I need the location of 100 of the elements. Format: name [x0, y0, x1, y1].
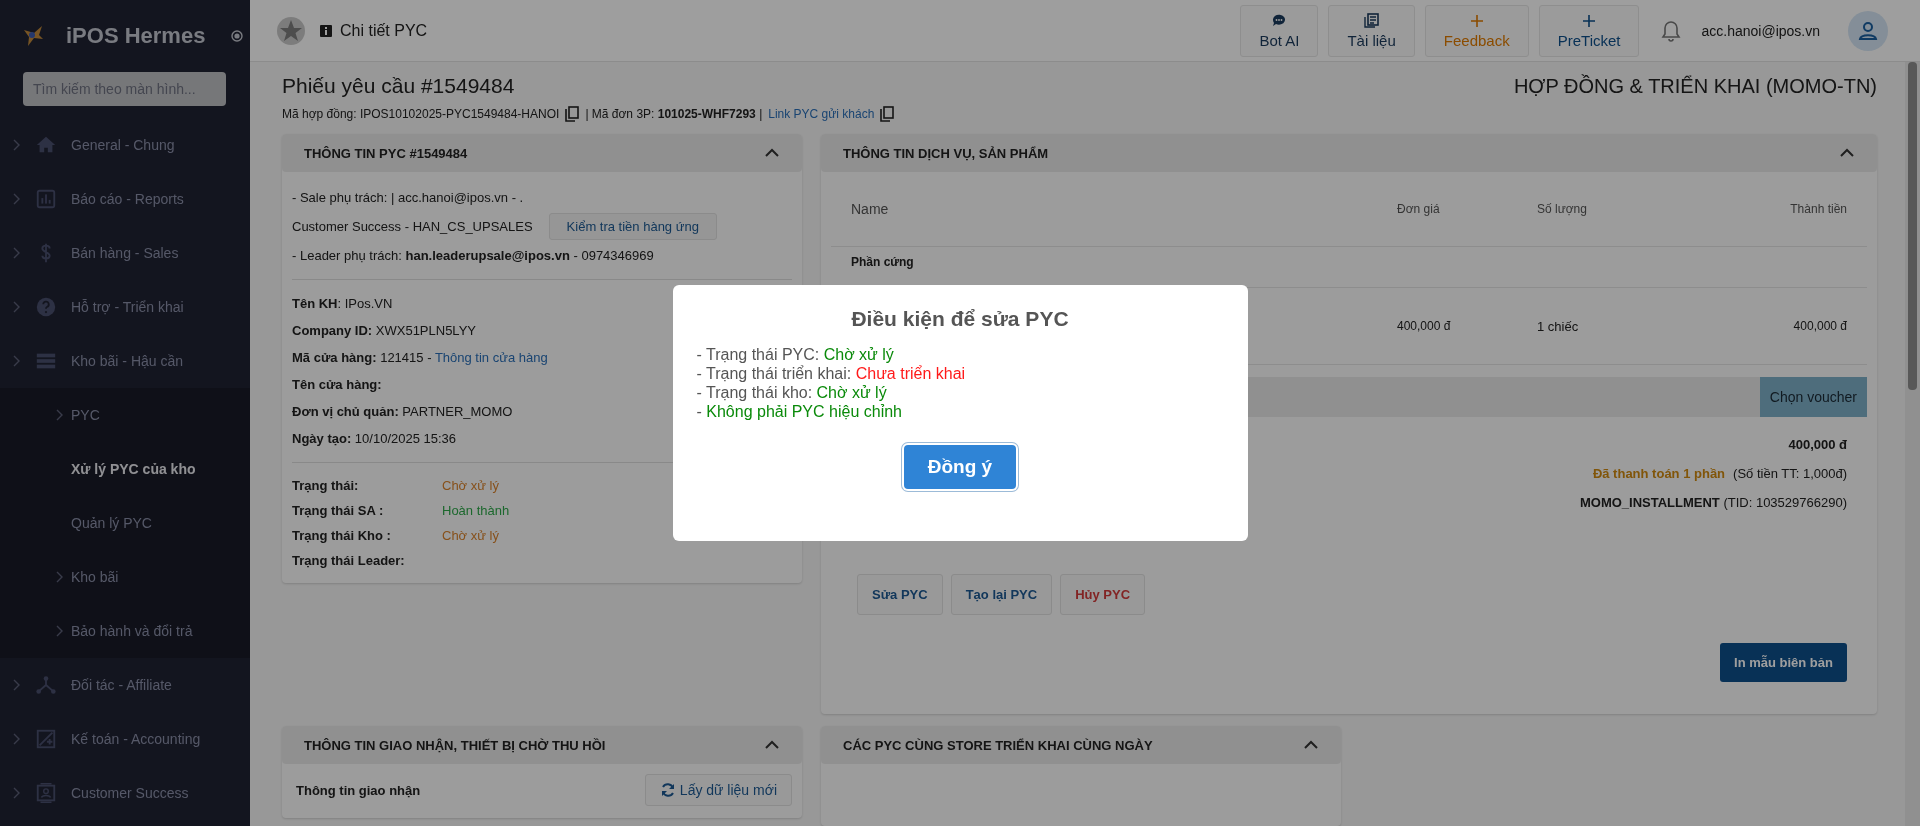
sidebar-item[interactable]: General - Chung — [0, 118, 250, 172]
request-category: HỢP ĐỒNG & TRIỂN KHAI (MOMO-TN) — [1513, 75, 1877, 98]
condition-line: - Trạng thái triển khai: Chưa triển khai — [696, 364, 967, 383]
panel-header[interactable]: THÔNG TIN DỊCH VỤ, SẢN PHẨM — [821, 134, 1877, 172]
header-button[interactable]: Feedback — [1424, 4, 1529, 57]
refresh-icon — [659, 782, 676, 798]
sidebar-item[interactable]: Customer Success — [0, 766, 250, 820]
info-field: Tên cửa hàng: — [292, 371, 382, 398]
action-button[interactable]: Hủy PYC — [1060, 574, 1146, 615]
panel-header[interactable]: THÔNG TIN GIAO NHẬN, THIẾT BỊ CHỜ THU HỒI — [282, 726, 802, 764]
sidebar-item[interactable]: Kho bãi — [0, 550, 250, 604]
chat-bubble-icon — [1271, 12, 1288, 29]
sidebar-item[interactable]: Hỗ trợ - Triển khai — [0, 280, 250, 334]
star-logo-icon — [276, 15, 306, 46]
action-button[interactable]: Tạo lại PYC — [950, 574, 1053, 615]
avatar-icon[interactable] — [1848, 10, 1888, 51]
panel-header[interactable]: THÔNG TIN PYC #1549484 — [282, 134, 802, 172]
table-cell-text: 400,000 đ — [1397, 319, 1452, 333]
sale-info: - Sale phụ trách: | acc.hanoi@ipos.vn - . — [292, 189, 525, 207]
header-button[interactable]: Bot AI — [1240, 4, 1319, 57]
sidebar-item[interactable]: Bảo hành và đổi trả — [0, 604, 250, 658]
column-header: Thành tiền — [1789, 202, 1847, 216]
chevron-icon — [12, 733, 20, 745]
status-label: Trạng thái Leader: — [292, 553, 406, 568]
chevron-icon — [12, 787, 20, 799]
network-icon — [35, 674, 57, 696]
bell-icon[interactable] — [1661, 19, 1682, 42]
app-name: iPOS Hermes — [66, 23, 206, 49]
payment-method: MOMO_INSTALLMENT (TID: 103529766290) — [1579, 495, 1847, 510]
status-value: Hoàn thành — [442, 503, 510, 518]
page-title: Chi tiết PYC — [340, 21, 428, 40]
header-button[interactable]: Tài liệu — [1328, 4, 1415, 57]
condition-line: - Trạng thái PYC: Chờ xử lý — [696, 345, 895, 364]
sidebar-item[interactable]: Báo cáo - Reports — [0, 172, 250, 226]
check-button[interactable]: Kiểm tra tiền hàng ứng — [548, 213, 717, 240]
column-header: Đơn giá — [1397, 202, 1441, 216]
copy-icon[interactable] — [880, 106, 895, 122]
question-icon — [35, 296, 57, 318]
user-email[interactable]: acc.hanoi@ipos.vn — [1701, 22, 1820, 39]
plus-icon — [1581, 12, 1598, 29]
pin-icon[interactable] — [231, 30, 244, 42]
info-field: Tên KH: IPos.VN — [292, 290, 393, 317]
customer-link[interactable]: Link PYC gửi khách — [768, 107, 875, 121]
contact-card-icon — [35, 782, 57, 804]
collapse-icon[interactable] — [1839, 148, 1855, 158]
plus-icon — [1468, 12, 1485, 29]
voucher-button[interactable]: Chọn voucher — [1759, 377, 1867, 417]
section-title: Thông tin giao nhận — [296, 782, 421, 798]
copy-icon[interactable] — [565, 106, 580, 122]
sidebar-item[interactable]: Đối tác - Affiliate — [0, 658, 250, 712]
status-value: Chờ xử lý — [442, 528, 499, 543]
payment-status: Đã thanh toán 1 phần — [1592, 466, 1726, 481]
logo-icon — [22, 24, 44, 48]
payment-amount: (Số tiền TT: 1,000đ) — [1733, 466, 1847, 481]
collapse-icon[interactable] — [1303, 740, 1319, 750]
info-field: Đơn vị chủ quản: PARTNER_MOMO — [292, 398, 513, 425]
status-label: Trạng thái SA : — [292, 503, 385, 518]
status-label: Trạng thái: — [292, 478, 360, 493]
collapse-icon[interactable] — [764, 740, 780, 750]
status-label: Trạng thái Kho : — [292, 528, 392, 543]
sidebar-item[interactable]: Bán hàng - Sales — [0, 226, 250, 280]
ledger-icon — [35, 728, 57, 750]
info-field: Company ID: XWX51PLN5LYY — [292, 317, 476, 344]
column-header: Số lượng — [1537, 202, 1588, 216]
dialog-title: Điều kiện để sửa PYC — [850, 307, 1070, 331]
info-field: Ngày tạo: 10/10/2025 15:36 — [292, 425, 457, 452]
confirm-button[interactable]: Đồng ý — [904, 445, 1016, 489]
leader-info: - Leader phụ trách: han.leaderupsale@ipos.vn - 0974346969 — [292, 247, 655, 265]
sidebar-item[interactable]: Kho bãi - Hậu cần — [0, 334, 250, 388]
chevron-icon — [12, 193, 20, 205]
sidebar-item[interactable]: Quản lý PYC — [0, 496, 250, 550]
total-amount: 400,000 đ — [1788, 437, 1847, 452]
contract-code: Mã hợp đồng: IPOS10102025-PYC1549484-HANOI — [282, 107, 560, 121]
refresh-button[interactable]: Lấy dữ liệu mới — [644, 774, 792, 806]
group-name: Phần cứng — [851, 254, 915, 269]
column-header: Name — [851, 201, 890, 217]
chevron-icon — [12, 679, 20, 691]
print-button[interactable]: In mẫu biên bản — [1720, 643, 1847, 682]
store-link[interactable]: Thông tin cửa hàng — [434, 350, 548, 365]
table-cell-text: 1 chiếc — [1537, 318, 1580, 334]
action-button[interactable]: Sửa PYC — [857, 574, 943, 615]
condition-line: - Không phải PYC hiệu chỉnh — [696, 402, 903, 421]
info-icon — [320, 24, 332, 37]
sidebar-item[interactable]: Kế toán - Accounting — [0, 712, 250, 766]
chevron-icon — [12, 301, 20, 313]
sidebar-item[interactable]: Xử lý PYC của kho — [0, 442, 250, 496]
chevron-icon — [12, 139, 20, 151]
sidebar-item[interactable]: PYC — [0, 388, 250, 442]
condition-line: - Trạng thái kho: Chờ xử lý — [696, 383, 888, 402]
header-button[interactable]: PreTicket — [1538, 4, 1640, 57]
chevron-icon — [12, 247, 20, 259]
order-code: | Mã đơn 3P: 101025-WHF7293 | — [585, 107, 763, 121]
cs-info: Customer Success - HAN_CS_UPSALES — [292, 219, 533, 234]
panel-header[interactable]: CÁC PYC CÙNG STORE TRIỂN KHAI CÙNG NGÀY — [821, 726, 1341, 764]
table-cell-text: 400,000 đ — [1792, 319, 1847, 333]
status-value: Chờ xử lý — [442, 478, 499, 493]
info-field: Mã cửa hàng: 121415 - — [292, 350, 432, 365]
collapse-icon[interactable] — [764, 148, 780, 158]
bar-chart-icon — [35, 188, 57, 210]
scrollbar[interactable] — [1905, 62, 1920, 826]
